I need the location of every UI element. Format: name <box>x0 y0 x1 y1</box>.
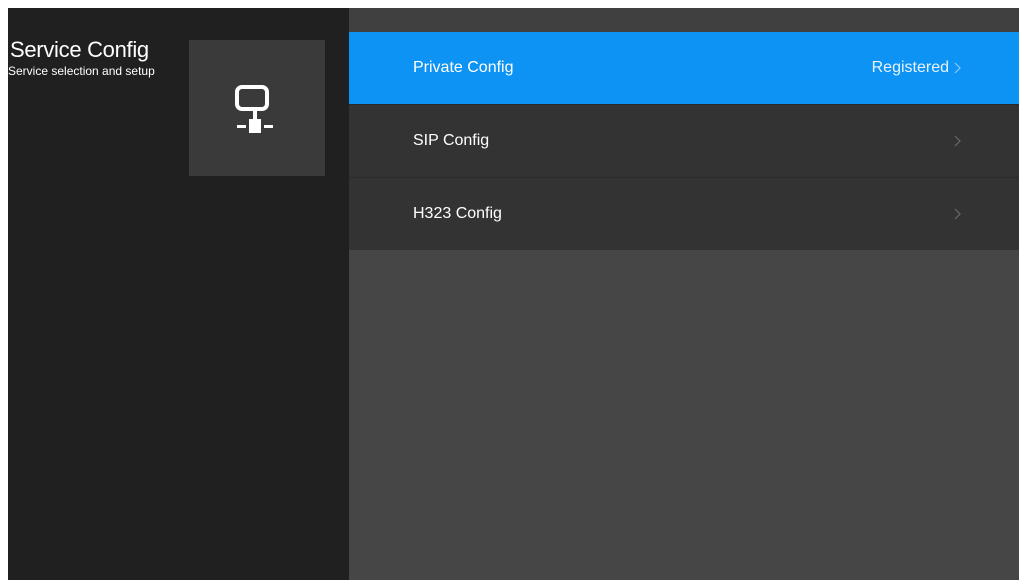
network-monitor-icon <box>235 85 273 133</box>
service-config-screen: Service Config Service selection and set… <box>8 8 1019 580</box>
service-config-tile <box>189 40 325 176</box>
page-title: Service Config <box>10 37 149 62</box>
config-panel: Private Config Registered SIP Config H32… <box>349 8 1019 580</box>
chevron-right-icon <box>954 62 961 74</box>
config-menu-list: Private Config Registered SIP Config H32… <box>349 32 1019 250</box>
menu-item-sip-config[interactable]: SIP Config <box>349 104 1019 177</box>
panel-header-strip <box>349 8 1019 32</box>
registration-status: Registered <box>871 59 949 76</box>
menu-item-private-config[interactable]: Private Config Registered <box>349 32 1019 104</box>
chevron-right-icon <box>954 208 961 220</box>
sidebar: Service Config Service selection and set… <box>8 8 349 580</box>
menu-item-label: Private Config <box>413 59 514 76</box>
menu-item-label: H323 Config <box>413 205 502 222</box>
chevron-right-icon <box>954 135 961 147</box>
menu-item-h323-config[interactable]: H323 Config <box>349 177 1019 250</box>
page-subtitle: Service selection and setup <box>8 64 155 78</box>
menu-item-label: SIP Config <box>413 132 490 149</box>
